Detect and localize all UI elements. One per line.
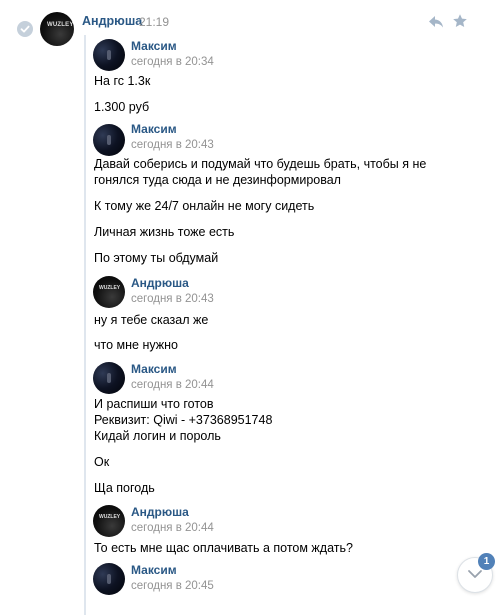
message-text: То есть мне щас оплачивать а потом ждать… [94,541,353,555]
message-text: гонялся туда сюда и не дезинформировал [94,173,341,187]
message-text: Ща погодь [94,481,155,495]
forwarded-time[interactable]: сегодня в 20:43 [131,293,214,305]
forwarded-time[interactable]: сегодня в 20:43 [131,139,214,151]
message-text: что мне нужно [94,338,178,352]
chevron-down-icon [468,570,482,578]
avatar[interactable]: WUZLEY [93,505,125,537]
message-time[interactable]: 21:19 [139,15,169,29]
avatar-tag: WUZLEY [47,22,74,28]
message-author[interactable]: Андрюша [82,14,142,28]
forwarded-author[interactable]: Максим [131,39,177,53]
avatar[interactable] [93,124,125,156]
message-text: Давай соберись и подумай что будешь брат… [94,157,427,171]
star-icon[interactable] [452,13,468,29]
reply-icon[interactable] [428,15,444,29]
avatar-tag: WUZLEY [99,514,121,520]
message-text: И распиши что готов [94,397,214,411]
avatar-tag: WUZLEY [99,285,121,291]
unread-badge: 1 [478,553,495,570]
avatar[interactable] [93,362,125,394]
forwarded-time[interactable]: сегодня в 20:44 [131,379,214,391]
message-root: WUZLEY Андрюша 21:19 Максим сегодня в 20… [0,0,499,615]
message-text: Реквизит: Qiwi - +37368951748 [94,413,273,427]
message-text: Личная жизнь тоже есть [94,225,235,239]
forwarded-author[interactable]: Максим [131,362,177,376]
forwarded-author[interactable]: Максим [131,122,177,136]
forwarded-author[interactable]: Андрюша [131,276,189,290]
avatar[interactable] [93,563,125,595]
message-text: 1.300 руб [94,100,150,114]
message-text: ну я тебе сказал же [94,313,209,327]
message-text: По этому ты обдумай [94,251,219,265]
forwarded-messages: Максим сегодня в 20:34 На гс 1.3к 1.300 … [84,35,499,615]
forwarded-author[interactable]: Андрюша [131,505,189,519]
forwarded-time[interactable]: сегодня в 20:44 [131,522,214,534]
message-text: Ок [94,455,110,469]
forwarded-author[interactable]: Максим [131,563,177,577]
avatar[interactable] [93,39,125,71]
forwarded-time[interactable]: сегодня в 20:45 [131,580,214,592]
message-text: На гс 1.3к [94,74,151,88]
check-icon[interactable] [17,21,33,37]
avatar[interactable]: WUZLEY [93,276,125,308]
message-text: Кидай логин и пороль [94,429,221,443]
avatar[interactable]: WUZLEY [40,12,74,46]
forwarded-time[interactable]: сегодня в 20:34 [131,56,214,68]
message-text: К тому же 24/7 онлайн не могу сидеть [94,199,315,213]
